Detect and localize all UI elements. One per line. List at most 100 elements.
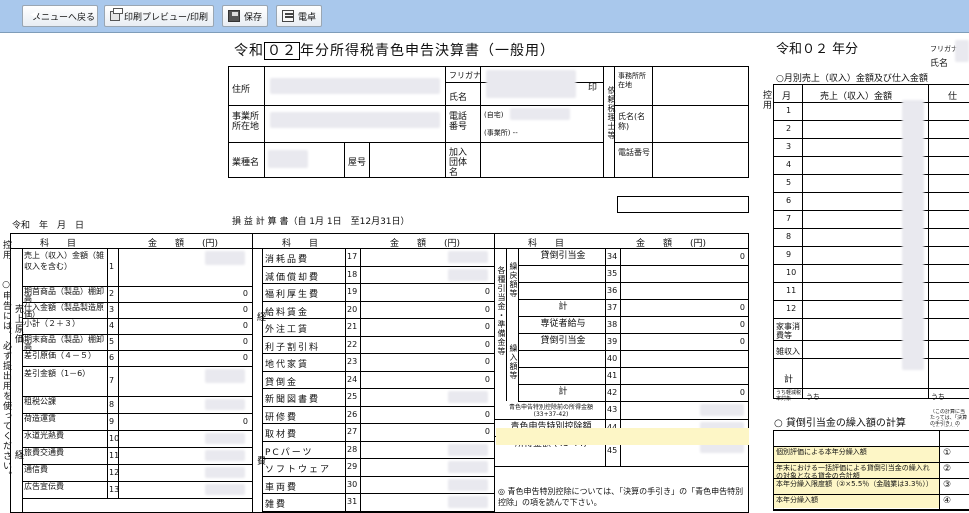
pl-table	[10, 233, 749, 513]
row-amt-divider	[118, 334, 119, 350]
row-amt-divider	[118, 318, 119, 334]
pl-row-number: 7	[109, 376, 115, 385]
pl-row-value[interactable]: 0	[200, 321, 248, 330]
calculator-label: 電卓	[297, 12, 316, 23]
pl-row-value[interactable]: 0	[690, 320, 745, 329]
left-side-divider	[22, 248, 23, 513]
pl-row-label: 取材費	[265, 430, 299, 440]
owner-name-value[interactable]	[486, 70, 576, 98]
back-to-menu-button[interactable]: メニューへ戻る	[22, 5, 98, 27]
address-value[interactable]	[270, 78, 440, 94]
row-no-divider	[107, 318, 108, 334]
home-phone-label: (自宅)	[484, 111, 504, 119]
pl-row-value-blurred[interactable]	[448, 251, 488, 263]
pl-row-value-blurred[interactable]	[448, 478, 488, 491]
pl-row-label: 青色申告特別控除前の所得金額 (33+37-42)	[508, 404, 593, 418]
pl-row-value-blurred[interactable]	[448, 461, 488, 473]
form-title-year[interactable]: ０２	[264, 42, 300, 60]
pl-row-value[interactable]: 0	[690, 252, 745, 261]
pl-row-value-blurred[interactable]	[448, 496, 488, 508]
pl-row-label: 旅費交通費	[24, 448, 64, 457]
row-no-divider	[345, 388, 346, 406]
save-button[interactable]: 保存	[222, 5, 268, 27]
pl-row-value[interactable]: 0	[440, 357, 490, 366]
pl-row-number: 40	[607, 353, 618, 363]
month-label: 6	[786, 196, 792, 205]
month-row-divider	[773, 156, 969, 157]
pl-row-number: 38	[607, 319, 618, 329]
pl-row-value-blurred[interactable]	[205, 369, 245, 383]
pl-row-label: 貸倒引当金	[540, 251, 586, 261]
pl-row-number: 4	[109, 321, 115, 330]
pl-row-value[interactable]: 0	[440, 410, 490, 419]
pl-row-label: 差引金額（1－6）	[24, 369, 91, 378]
row-no-divider	[345, 458, 346, 476]
row-amt-divider	[620, 384, 621, 401]
pl-row-label: 売上（収入）金額（雑収入を含む）	[24, 251, 104, 271]
monthly-sales-values[interactable]	[902, 100, 924, 370]
row-divider	[262, 283, 494, 284]
pl-row-value-blurred[interactable]	[205, 251, 245, 265]
print-preview-button[interactable]: 印刷プレビュー/印刷	[104, 5, 214, 27]
row-divider	[518, 316, 749, 317]
row-no-divider	[345, 318, 346, 336]
pl-row-value[interactable]: 0	[440, 322, 490, 331]
allowance-row-mark: ②	[943, 464, 952, 474]
row-divider	[22, 413, 252, 414]
pl-row-label: 給料賃金	[265, 307, 310, 318]
row-divider	[262, 265, 494, 267]
pl-row-value-blurred[interactable]	[700, 404, 744, 416]
pl-row-value-blurred[interactable]	[205, 450, 245, 461]
pl-row-label: 地代家賃	[265, 360, 310, 370]
pl-row-value[interactable]: 0	[200, 353, 248, 362]
pl-row-value[interactable]: 0	[440, 305, 490, 314]
blank-box[interactable]	[617, 196, 749, 213]
row-amt-divider	[620, 282, 621, 299]
sales-name-value[interactable]	[955, 40, 969, 62]
pl-row-value-blurred[interactable]	[205, 484, 245, 495]
pl-row-value[interactable]: 0	[440, 375, 490, 384]
col-amount-3: 金 額 (円)	[636, 239, 707, 249]
col-sales-label: 売上（収入）金額	[820, 92, 893, 102]
home-phone-value[interactable]	[510, 108, 570, 120]
pl-row-number: 9	[109, 416, 115, 426]
row-no-divider	[107, 396, 108, 413]
pl-row-value[interactable]: 0	[440, 427, 490, 436]
pl-row-value[interactable]: 0	[200, 289, 248, 298]
business-type-value[interactable]	[268, 150, 308, 168]
office-address-value[interactable]	[270, 112, 440, 128]
pl-row-label: 荷造運賃	[24, 414, 56, 423]
row-no-divider	[605, 367, 606, 384]
pl-row-label: 外注工賃	[265, 325, 310, 335]
pl-row-number: 12	[109, 467, 120, 477]
pl-row-value-blurred[interactable]	[205, 433, 245, 444]
pl-row-value[interactable]: 0	[690, 388, 745, 397]
pl-row-label: ソフトウェア	[265, 465, 332, 475]
pl-row-value-blurred[interactable]	[448, 268, 488, 281]
row-divider	[518, 265, 749, 266]
pl-row-value[interactable]: 0	[440, 287, 490, 296]
row-amt-divider	[360, 335, 361, 353]
pl-row-value-blurred[interactable]	[448, 391, 488, 403]
row-divider	[494, 419, 749, 420]
pl-row-value[interactable]: 0	[200, 337, 248, 346]
pl-row-number: 26	[347, 409, 358, 419]
pl-row-value-blurred[interactable]	[205, 399, 245, 410]
pl-row-value[interactable]: 0	[690, 303, 745, 312]
row-amt-divider	[620, 350, 621, 367]
row-no-divider	[345, 283, 346, 301]
pl-row-value[interactable]: 0	[440, 340, 490, 349]
row-divider	[262, 440, 494, 442]
pl-row-value[interactable]: 0	[690, 337, 745, 346]
pl-row-label: 車両費	[265, 482, 299, 493]
sales-total-label: 計	[784, 375, 794, 385]
pl-row-number: 13	[109, 484, 120, 494]
calculator-button[interactable]: 電卓	[276, 5, 322, 27]
row-amt-divider	[118, 350, 119, 366]
pl-row-value-blurred[interactable]	[205, 467, 245, 478]
pl-row-value-blurred[interactable]	[448, 443, 488, 456]
sales-title: 令和０２ 年分	[776, 42, 859, 57]
row-amt-divider	[360, 370, 361, 388]
pl-row-value[interactable]: 0	[200, 417, 248, 426]
pl-row-value[interactable]: 0	[200, 305, 248, 314]
